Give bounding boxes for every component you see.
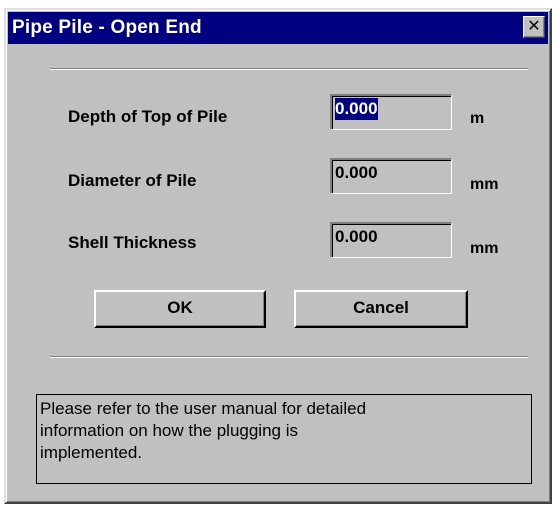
close-icon: ✕	[527, 18, 541, 35]
thickness-label: Shell Thickness	[68, 233, 197, 252]
dialog-title: Pipe Pile - Open End	[12, 17, 202, 38]
thickness-unit: mm	[470, 240, 499, 257]
ok-button[interactable]: OK	[94, 290, 266, 328]
diameter-unit: mm	[470, 176, 499, 193]
depth-value: 0.000	[335, 98, 378, 120]
info-note: Please refer to the user manual for deta…	[36, 394, 532, 484]
thickness-value: 0.000	[335, 227, 378, 246]
thickness-input[interactable]: 0.000	[330, 222, 452, 258]
close-button[interactable]: ✕	[523, 16, 545, 38]
cancel-button[interactable]: Cancel	[294, 290, 468, 328]
depth-label: Depth of Top of Pile	[68, 107, 228, 126]
pipe-pile-dialog: Pipe Pile - Open End ✕ Depth of Top of P…	[4, 8, 552, 504]
title-bar[interactable]: Pipe Pile - Open End ✕	[8, 12, 548, 44]
bottom-divider	[50, 356, 528, 358]
diameter-input[interactable]: 0.000	[330, 158, 452, 194]
depth-unit: m	[470, 110, 485, 127]
top-divider	[50, 68, 528, 70]
diameter-label: Diameter of Pile	[68, 171, 197, 190]
depth-input[interactable]: 0.000	[330, 94, 452, 130]
diameter-value: 0.000	[335, 163, 378, 182]
